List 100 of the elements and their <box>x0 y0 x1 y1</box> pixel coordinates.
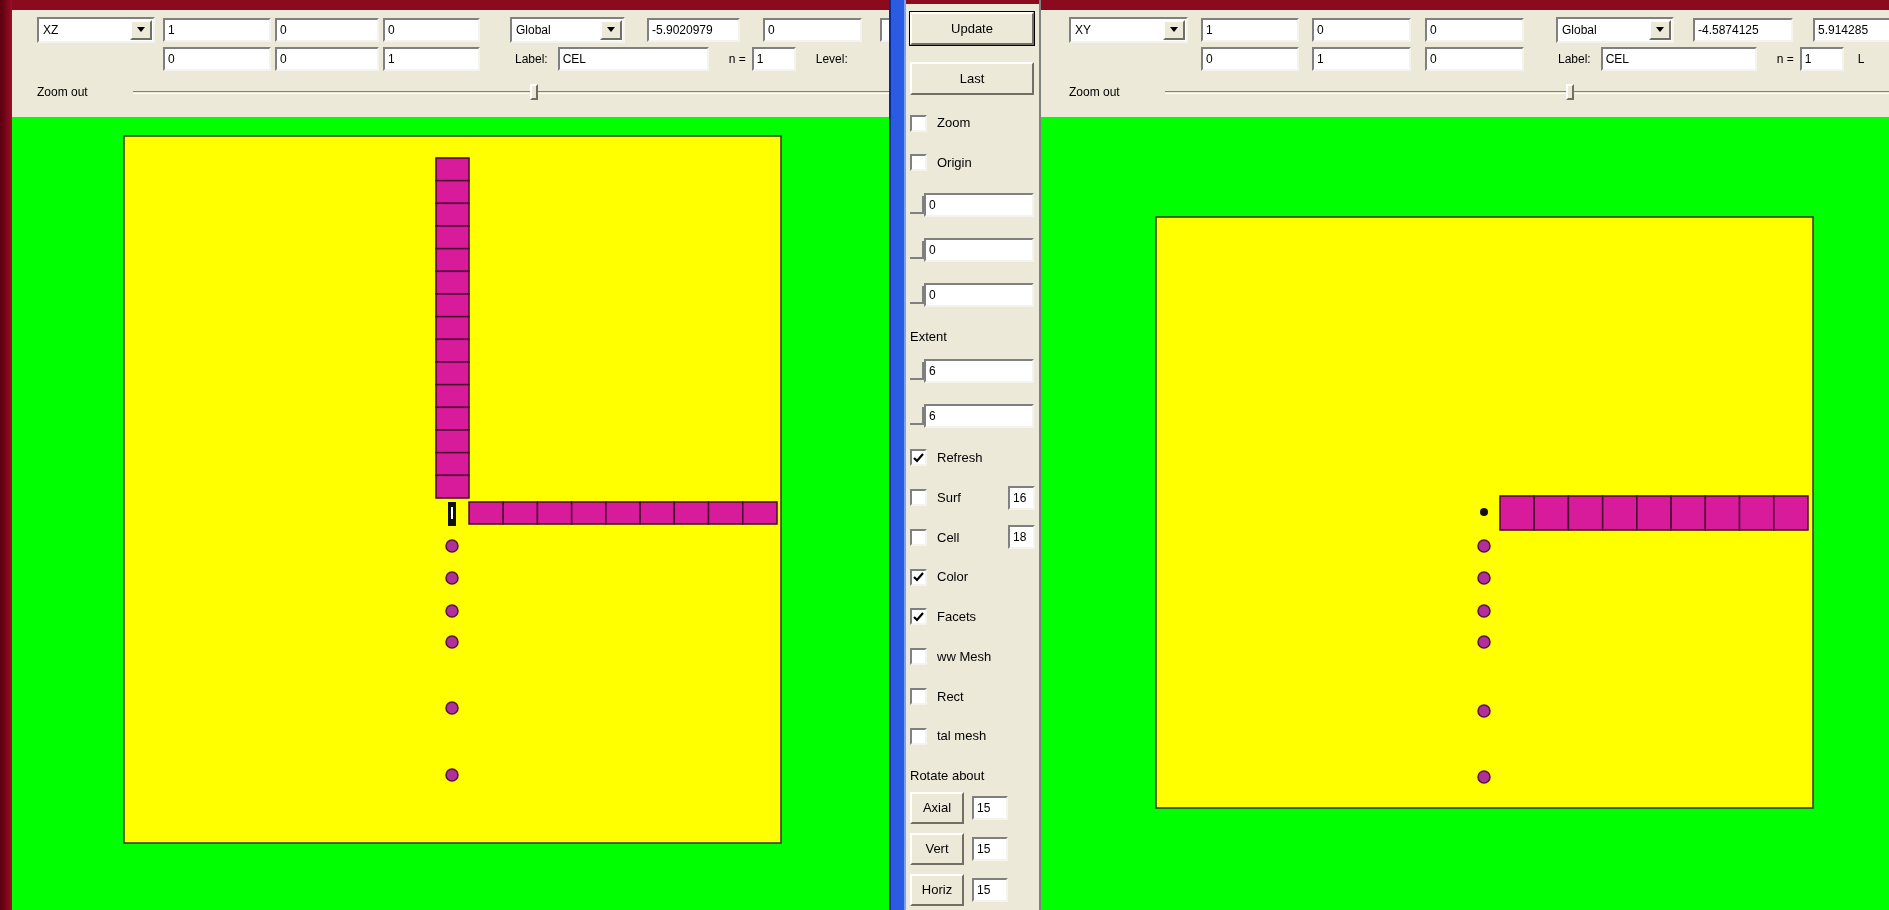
input-field[interactable]: 15 <box>972 877 1008 902</box>
cell-block <box>1499 495 1535 531</box>
input-field[interactable]: -4.5874125 <box>1693 17 1793 42</box>
input-field[interactable]: 6 <box>924 403 1034 428</box>
field-label: Level: <box>815 50 848 68</box>
input-field[interactable]: 16 <box>1008 485 1035 510</box>
field-label: L <box>1857 50 1865 68</box>
cell-block <box>1704 495 1741 531</box>
section-label: Extent <box>910 328 947 347</box>
dropdown[interactable]: XZ <box>37 16 155 43</box>
input-field[interactable]: CEL <box>557 46 709 71</box>
node-dot <box>445 571 459 585</box>
input-field[interactable]: 0 <box>383 17 480 42</box>
section-label: Rotate about <box>910 767 985 786</box>
checkbox[interactable] <box>910 449 927 467</box>
dropdown[interactable]: Global <box>510 16 625 43</box>
cell-block <box>468 501 504 525</box>
viewport[interactable] <box>1041 117 1889 910</box>
input-field[interactable]: 0 <box>1425 46 1524 71</box>
cell-block <box>435 429 470 454</box>
checkbox-label: Facets <box>937 608 976 627</box>
checkbox-label: Refresh <box>937 449 983 468</box>
cell-block <box>1773 495 1809 531</box>
node-dot <box>445 604 459 618</box>
input-field[interactable]: 5.914285 <box>1813 17 1889 42</box>
origin-marker <box>448 502 456 526</box>
dropdown[interactable]: XY <box>1069 16 1188 43</box>
node-dot <box>445 635 459 649</box>
checkbox-label: Rect <box>937 687 964 706</box>
cell-block <box>707 501 744 525</box>
field-label: Label: <box>515 50 548 68</box>
checkbox[interactable] <box>910 568 927 586</box>
checkbox[interactable] <box>910 528 927 546</box>
checkbox-label: ww Mesh <box>937 647 992 666</box>
node-dot <box>445 768 459 782</box>
field-label: n = <box>1776 50 1794 68</box>
checkbox[interactable] <box>910 489 927 507</box>
viewport[interactable] <box>12 117 889 910</box>
input-field[interactable]: 0 <box>1312 17 1411 42</box>
input-field[interactable]: 1 <box>163 17 271 42</box>
input-field[interactable]: 0 <box>763 17 862 42</box>
slider-thumb[interactable] <box>1566 84 1575 100</box>
slider-label: Zoom out <box>37 84 88 101</box>
input-field[interactable]: 1 <box>1312 46 1411 71</box>
rotate-button[interactable]: Horiz <box>910 873 964 906</box>
rotate-button[interactable]: Axial <box>910 792 964 825</box>
input-field[interactable]: 0 <box>1201 46 1299 71</box>
checkbox-label: Surf <box>937 488 961 507</box>
zoom-slider[interactable] <box>132 82 889 102</box>
node-dot <box>1477 604 1491 618</box>
input-field[interactable]: 0 <box>924 237 1034 262</box>
input-field[interactable]: 15 <box>972 836 1008 861</box>
checkbox[interactable] <box>910 114 927 132</box>
cell-block <box>435 293 470 318</box>
input-field[interactable]: 0 <box>275 46 379 71</box>
input-field[interactable]: 0 <box>275 17 379 42</box>
checkbox-label: Color <box>937 568 969 587</box>
rotate-button[interactable]: Vert <box>910 832 964 865</box>
cell-block <box>435 270 470 295</box>
node-dot <box>1477 635 1491 649</box>
checkbox[interactable] <box>910 608 927 626</box>
input-field[interactable]: 15 <box>972 796 1008 821</box>
splitter-bar[interactable] <box>889 0 906 910</box>
input-field[interactable]: 1 <box>1799 46 1844 71</box>
input-field[interactable]: 0 <box>1425 17 1524 42</box>
cell-block <box>435 225 470 250</box>
slider-thumb[interactable] <box>529 84 538 100</box>
input-field[interactable]: 0 <box>924 193 1034 218</box>
cell-block <box>570 501 607 525</box>
checkbox[interactable] <box>910 648 927 666</box>
checkbox[interactable] <box>910 687 927 705</box>
node-dot <box>445 539 459 553</box>
cell-block <box>435 202 470 227</box>
cell-block <box>435 157 470 182</box>
checkbox-label: tal mesh <box>937 727 987 746</box>
input-field[interactable]: 0 <box>163 46 271 71</box>
input-field[interactable]: 18 <box>1008 525 1035 550</box>
input-field[interactable]: 6 <box>924 359 1034 384</box>
input-field[interactable]: CEL <box>1600 46 1757 71</box>
input-field[interactable]: 1 <box>383 46 480 71</box>
slider-label: Zoom out <box>1069 84 1120 101</box>
origin-marker <box>1480 508 1488 516</box>
node-dot <box>1477 770 1491 784</box>
input-field[interactable]: 1 <box>1201 17 1299 42</box>
input-field[interactable]: 1 <box>751 46 796 71</box>
checkbox[interactable] <box>910 727 927 745</box>
toolbar-button[interactable]: Last <box>910 62 1034 95</box>
cell-block <box>639 501 676 525</box>
field-label: n = <box>728 50 746 68</box>
zoom-slider[interactable] <box>1164 82 1889 102</box>
cell-block <box>536 501 573 525</box>
input-field[interactable]: -5.9020979 <box>647 17 740 42</box>
cell-block <box>1636 495 1672 531</box>
node-dot <box>1477 704 1491 718</box>
cell-block <box>502 501 539 525</box>
input-field[interactable]: 0 <box>924 282 1034 307</box>
dropdown[interactable]: Global <box>1556 16 1674 43</box>
toolbar-button[interactable]: Update <box>910 12 1034 46</box>
checkbox[interactable] <box>910 154 927 172</box>
node-dot <box>1477 571 1491 585</box>
